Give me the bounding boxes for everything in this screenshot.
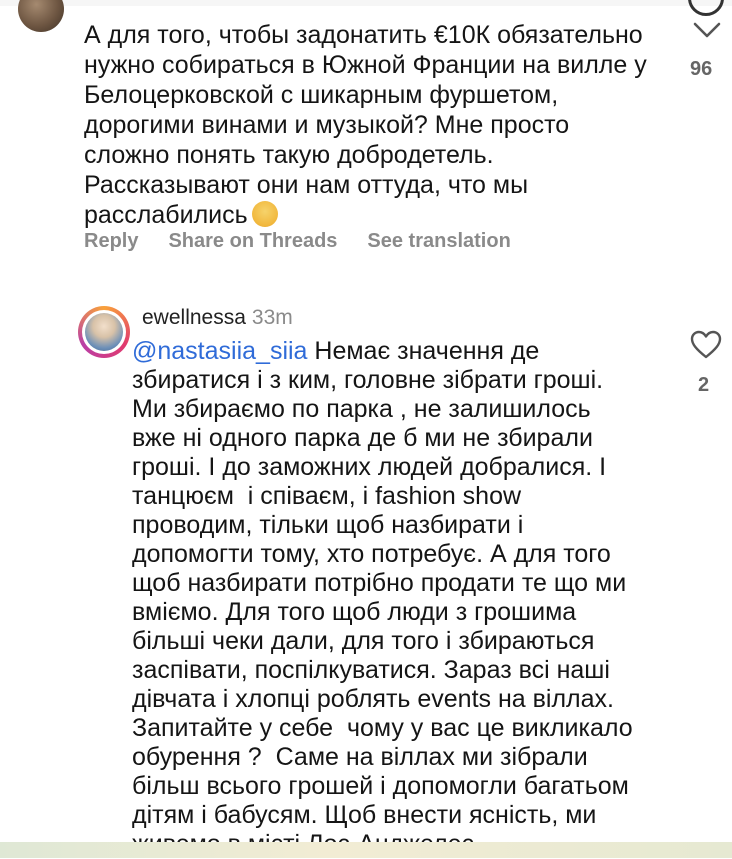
- comment-1-actions: Reply Share on Threads See translation: [84, 230, 511, 253]
- avatar-ring-gap: [82, 310, 126, 354]
- username-link[interactable]: ewellnessa: [142, 306, 246, 329]
- comment-2-line: обурення ? Саме на віллах ми зібрали: [132, 743, 588, 771]
- comment-2-header: ewellnessa 33m: [142, 306, 293, 330]
- comment-1-text: А для того, чтобы задонатить €10К обязат…: [84, 20, 684, 230]
- comment-2-line: вміємо. Для того щоб люди з грошима: [132, 598, 577, 626]
- woman-facepalming-emoji-icon: [251, 201, 278, 227]
- comment-1-line: А для того, чтобы задонатить €10К обязат…: [84, 21, 643, 49]
- comment-1-line: Рассказывают они нам оттуда, что мы: [84, 171, 529, 199]
- comment-1-line: сложно понять такую добродетель.: [84, 141, 494, 169]
- comment-2-line: вже ні одного парка де б ми не збирали: [132, 424, 593, 452]
- share-on-threads-button[interactable]: Share on Threads: [168, 230, 337, 253]
- comment-2-text: @nastasiia_siia Немає значення де збират…: [132, 337, 672, 859]
- comment-2-line: проводим, тільки щоб назбирати і: [132, 511, 524, 539]
- bottom-edge-blur: [0, 842, 732, 858]
- avatar-photo: [85, 313, 123, 351]
- comment-1-line: Белоцерковской с шикарным фуршетом,: [84, 81, 559, 109]
- comment-time: 33m: [251, 306, 293, 329]
- comment-2-line: дітям і бабусям. Щоб внести ясність, ми: [132, 801, 597, 829]
- comment-2-line: дівчата і хлопці роблять events на вілла…: [132, 685, 614, 713]
- comment-2-line: Ми збираємо по парка , не залишилось: [132, 395, 591, 423]
- header-circle-icon[interactable]: [688, 0, 724, 16]
- comment-2-line: заспівати, поспілкуватися. Зараз всі наш…: [132, 656, 610, 684]
- comment-2-line: Запитайте у себе чому у вас це викликало: [132, 714, 633, 742]
- heart-icon[interactable]: [690, 330, 722, 360]
- comment-2-line: щоб назбирати потрібно продати те що ми: [132, 569, 627, 597]
- commenter-avatar[interactable]: [18, 0, 64, 32]
- comment-1-like-count: 96: [690, 58, 713, 80]
- comment-2-line: більш всього грошей і допомогли багатьом: [132, 772, 629, 800]
- top-strip: [0, 0, 732, 6]
- comment-1-line: расслабились: [84, 201, 248, 229]
- comment-2-line: танцюєм і співаєм, і fashion show: [132, 482, 522, 510]
- reply-button[interactable]: Reply: [84, 230, 138, 253]
- comment-2-first-line: Немає значення де: [307, 337, 540, 365]
- comment-1-line: дорогими винами и музыкой? Мне просто: [84, 111, 570, 139]
- comment-2-like-count: 2: [698, 374, 710, 396]
- comment-2-line: гроші. І до заможних людей добралися. І: [132, 453, 607, 481]
- ewellnessa-avatar[interactable]: [78, 306, 130, 358]
- comment-2-line: допомогти тому, хто потребує. А для того: [132, 540, 611, 568]
- comment-2-line: більші чеки дали, для того і збираються: [132, 627, 595, 655]
- chevron-down-icon[interactable]: [692, 18, 722, 42]
- mention-link[interactable]: @nastasiia_siia: [132, 337, 307, 365]
- comment-2-line: збиратися і з ким, головне зібрати гроші…: [132, 366, 604, 394]
- see-translation-button[interactable]: See translation: [367, 230, 510, 253]
- comment-1-line: нужно собираться в Южной Франции на вилл…: [84, 51, 647, 79]
